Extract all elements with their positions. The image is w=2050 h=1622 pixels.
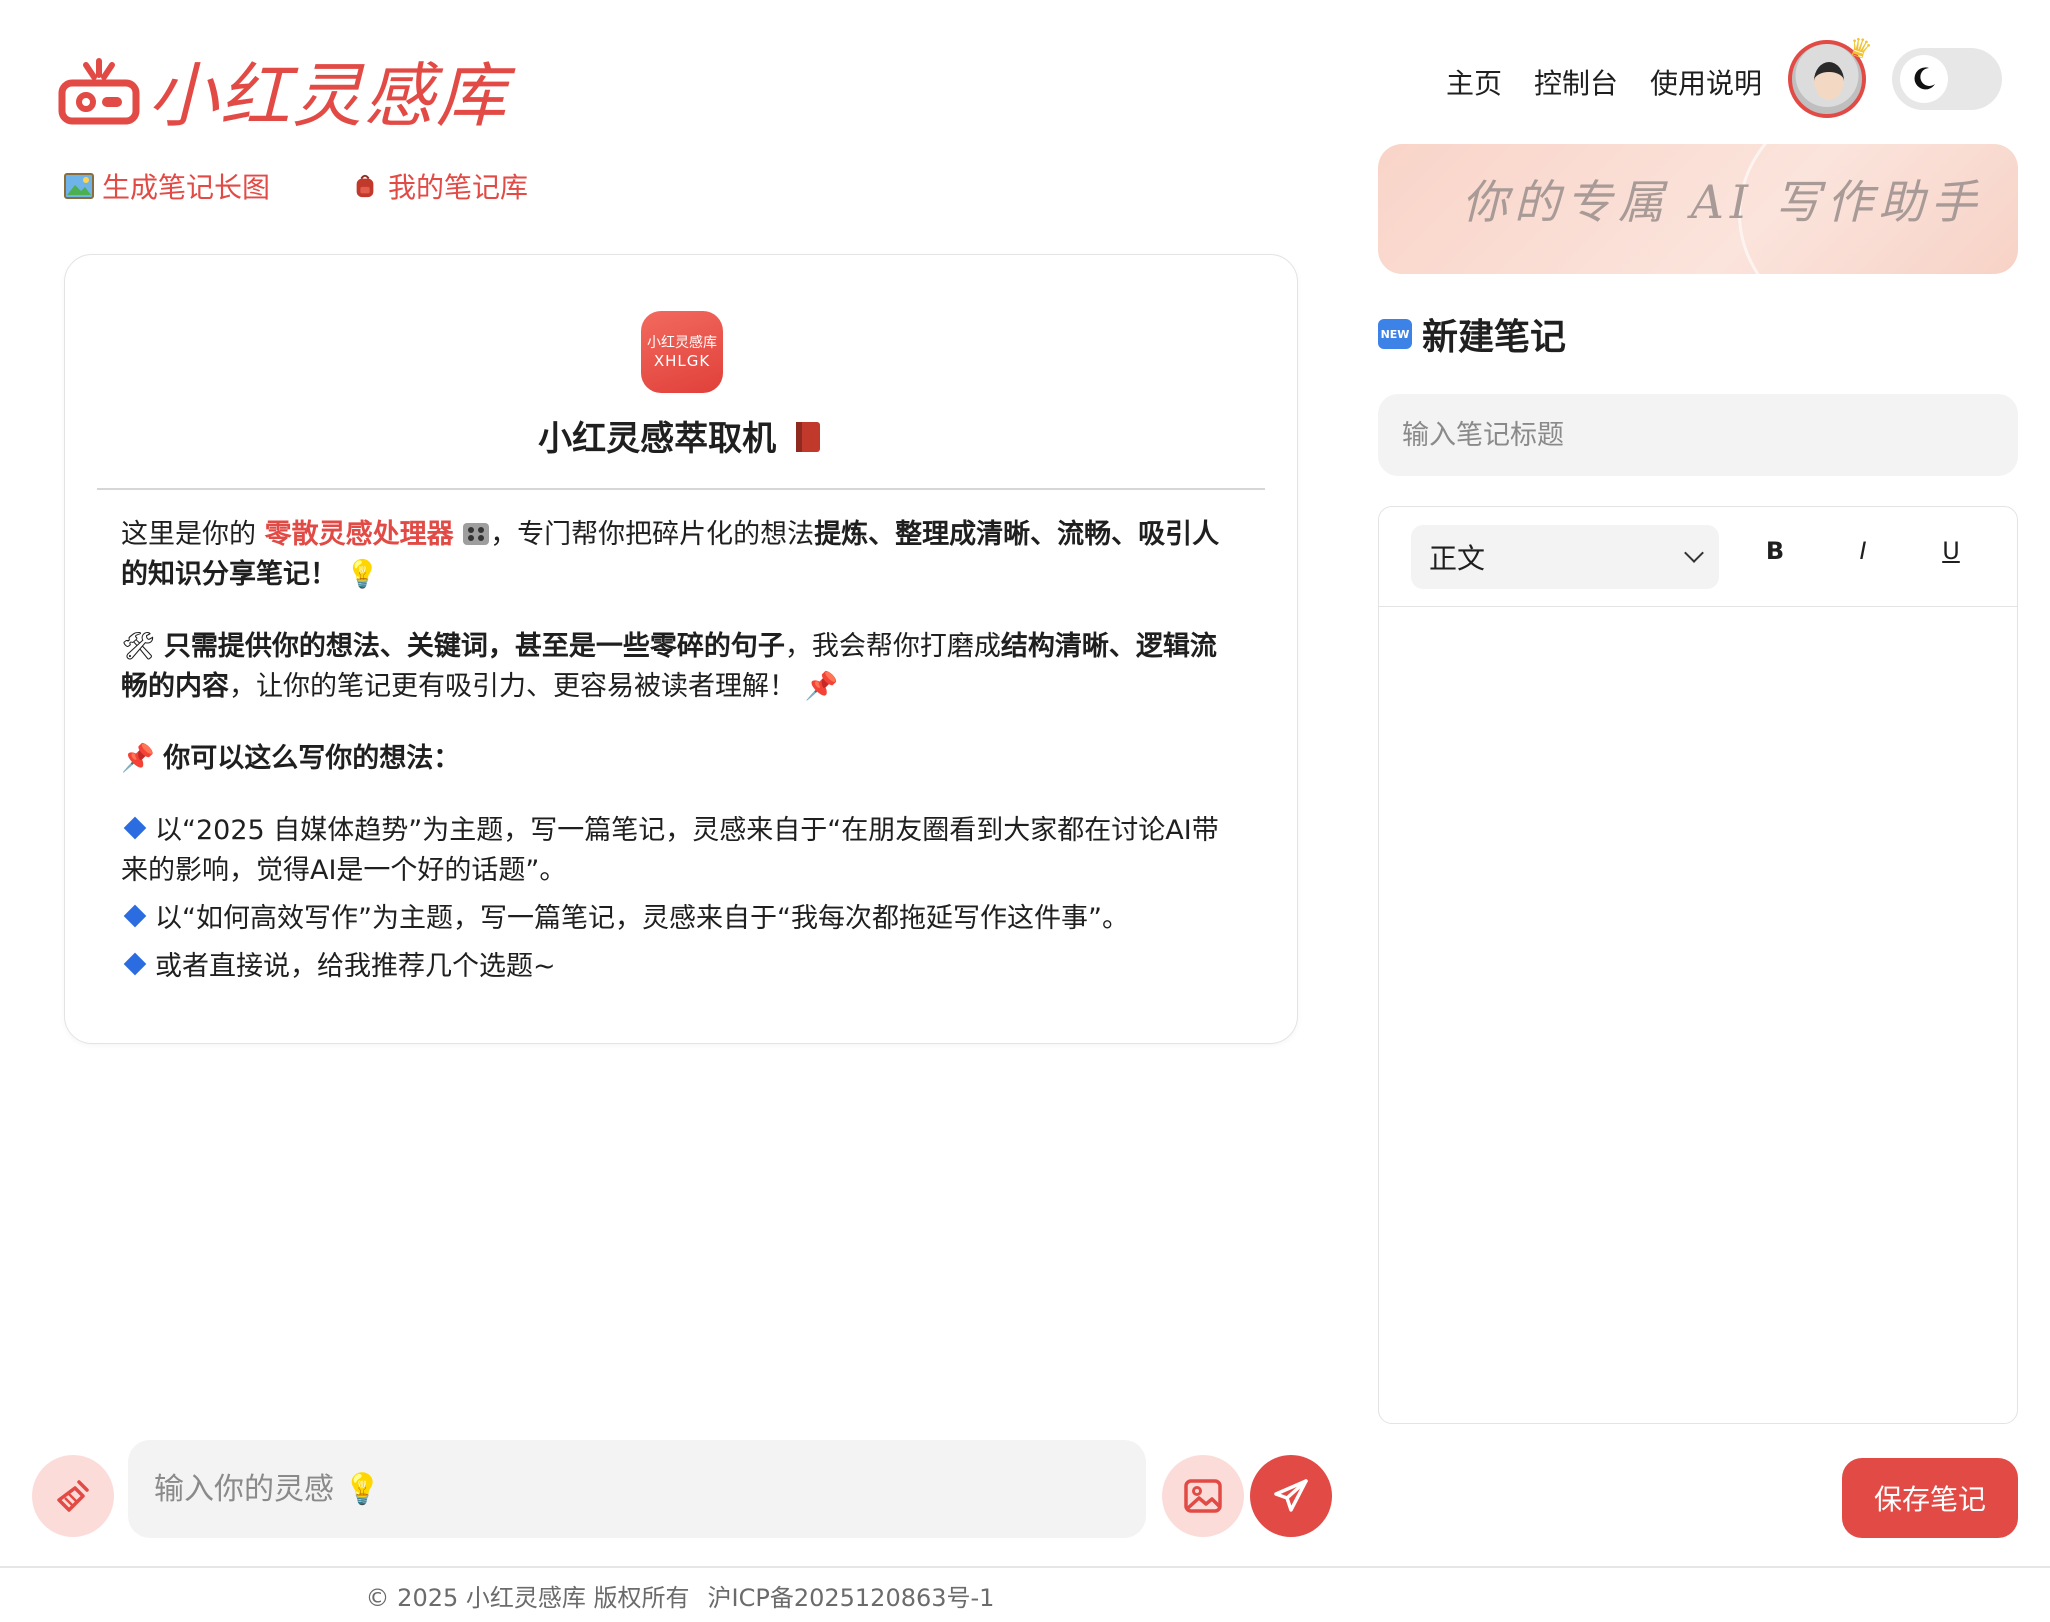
- app-icon-line1: 小红灵感库: [647, 335, 717, 351]
- capability-text-b: ，我会帮你打磨成: [784, 631, 1001, 662]
- blue-diamond-icon: [123, 952, 147, 976]
- welcome-card: 小红灵感库 XHLGK 小红灵感萃取机 这里是你的 零散灵感处理器 ，专门帮你把…: [64, 254, 1298, 1044]
- pushpin-icon: 📌: [804, 671, 839, 702]
- send-button[interactable]: [1250, 1455, 1332, 1537]
- blue-diamond-icon: [123, 904, 147, 928]
- example-item: 或者直接说，给我推荐几个选题~: [121, 947, 1241, 987]
- italic-button[interactable]: I: [1843, 537, 1883, 565]
- nav-console[interactable]: 控制台: [1534, 62, 1618, 102]
- card-title-text: 小红灵感萃取机: [538, 419, 777, 459]
- generate-long-image-link[interactable]: 生成笔记长图: [64, 166, 270, 206]
- howto-text: 你可以这么写你的想法：: [163, 743, 461, 774]
- inspiration-input[interactable]: [128, 1440, 1146, 1538]
- brand-name: 小红灵感库: [148, 55, 508, 137]
- note-editor: 正文 B I U: [1378, 506, 2018, 1424]
- brand-logo[interactable]: 小红灵感库: [56, 40, 508, 141]
- clear-button[interactable]: [32, 1455, 114, 1537]
- new-note-header: NEW 新建笔记: [1378, 308, 1566, 360]
- control-knobs-icon: [463, 523, 490, 545]
- logo-mark-icon: [58, 57, 140, 124]
- intro-text-b: ，专门帮你把碎片化的想法: [490, 519, 815, 550]
- footer-icp-link[interactable]: 沪ICP备2025120863号-1: [708, 1584, 995, 1612]
- example-text: 以“2025 自媒体趋势”为主题，写一篇笔记，灵感来自于“在朋友圈看到大家都在讨…: [121, 815, 1219, 886]
- intro-text-a: 这里是你的: [121, 519, 265, 550]
- broom-icon: [57, 1480, 89, 1512]
- upload-image-button[interactable]: [1162, 1455, 1244, 1537]
- example-text: 以“如何高效写作”为主题，写一篇笔记，灵感来自于“我每次都拖延写作这件事”。: [155, 903, 1129, 934]
- banner-text: 你的专属 AI 写作助手: [1462, 175, 1983, 229]
- my-notes-label: 我的笔记库: [388, 171, 529, 204]
- capability-bold-a: 只需提供你的想法、关键词，甚至是一些零碎的句子: [163, 631, 785, 662]
- chevron-down-icon: [1684, 543, 1704, 563]
- avatar-face: [1814, 62, 1844, 100]
- editor-toolbar: 正文 B I U: [1379, 507, 2017, 607]
- image-icon: [1184, 1479, 1222, 1513]
- capability-paragraph: 🛠 只需提供你的想法、关键词，甚至是一些零碎的句子，我会帮你打磨成结构清晰、逻辑…: [121, 627, 1241, 707]
- tools-icon: 🛠: [121, 631, 156, 662]
- red-book-icon: [795, 422, 820, 452]
- quick-links: 生成笔记长图 我的笔记库: [64, 166, 528, 206]
- my-notes-link[interactable]: 我的笔记库: [350, 166, 528, 206]
- save-note-button[interactable]: 保存笔记: [1842, 1458, 2018, 1538]
- new-note-title: 新建笔记: [1422, 317, 1567, 358]
- top-nav: 主页 控制台 使用说明: [1446, 62, 1762, 102]
- new-badge-icon: NEW: [1378, 319, 1412, 349]
- user-avatar[interactable]: ♛: [1788, 31, 1875, 118]
- footer-copyright: © 2025 小红灵感库 版权所有: [365, 1584, 690, 1612]
- underline-button[interactable]: U: [1931, 537, 1971, 565]
- theme-toggle[interactable]: [1892, 48, 2002, 110]
- lightbulb-icon: 💡: [345, 559, 380, 590]
- assistant-banner: 你的专属 AI 写作助手: [1378, 144, 2018, 274]
- app-icon: 小红灵感库 XHLGK: [641, 311, 723, 393]
- paper-plane-icon: [1274, 1479, 1308, 1512]
- intro-exclaim: ！: [310, 559, 337, 590]
- editor-content-area[interactable]: [1379, 607, 2017, 1423]
- paragraph-style-select[interactable]: 正文: [1411, 525, 1719, 589]
- footer-divider: [0, 1566, 2050, 1568]
- example-item: 以“2025 自媒体趋势”为主题，写一篇笔记，灵感来自于“在朋友圈看到大家都在讨…: [121, 811, 1241, 891]
- pushpin-icon: 📌: [121, 743, 155, 774]
- example-text: 或者直接说，给我推荐几个选题~: [155, 951, 556, 982]
- app-icon-line2: XHLGK: [653, 352, 711, 370]
- crown-icon: ♛: [1843, 31, 1876, 67]
- footer: © 2025 小红灵感库 版权所有 沪ICP备2025120863号-1: [0, 1578, 1360, 1613]
- card-divider: [97, 488, 1265, 490]
- toggle-knob: [1900, 55, 1948, 103]
- card-title: 小红灵感萃取机: [65, 411, 1297, 460]
- picture-icon: [64, 173, 94, 199]
- nav-home[interactable]: 主页: [1446, 62, 1502, 102]
- nav-guide[interactable]: 使用说明: [1650, 62, 1762, 102]
- bold-button[interactable]: B: [1755, 537, 1795, 565]
- moon-icon: [1914, 67, 1935, 90]
- card-body: 这里是你的 零散灵感处理器 ，专门帮你把碎片化的想法提炼、整理成清晰、流畅、吸引…: [121, 515, 1241, 995]
- intro-paragraph: 这里是你的 零散灵感处理器 ，专门帮你把碎片化的想法提炼、整理成清晰、流畅、吸引…: [121, 515, 1241, 595]
- howto-heading: 📌 你可以这么写你的想法：: [121, 739, 1241, 779]
- intro-highlight: 零散灵感处理器: [264, 519, 454, 550]
- capability-text-d: ，让你的笔记更有吸引力、更容易被读者理解！: [229, 671, 796, 702]
- paragraph-style-value: 正文: [1429, 542, 1486, 575]
- backpack-icon: [356, 174, 374, 198]
- generate-long-image-label: 生成笔记长图: [102, 171, 271, 204]
- example-item: 以“如何高效写作”为主题，写一篇笔记，灵感来自于“我每次都拖延写作这件事”。: [121, 899, 1241, 939]
- blue-diamond-icon: [123, 816, 147, 840]
- note-title-input[interactable]: [1378, 394, 2018, 476]
